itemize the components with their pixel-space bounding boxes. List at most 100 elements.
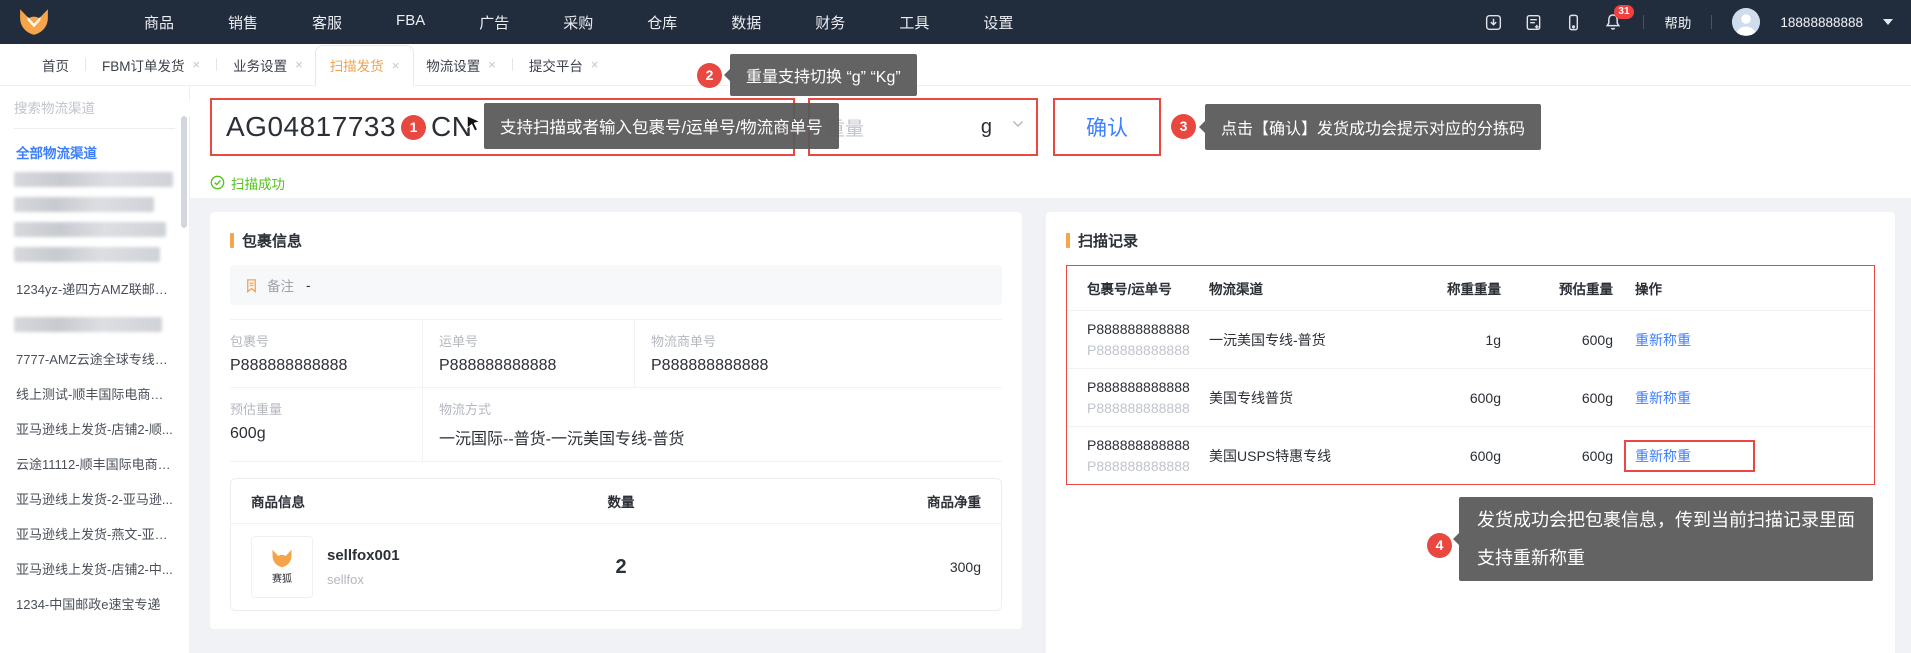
- sidebar-item-channel[interactable]: 亚马逊线上发货-店铺2-顺...: [0, 412, 189, 447]
- title-accent-bar: [1066, 233, 1070, 248]
- callout-badge-1: 1: [401, 114, 427, 140]
- reweigh-link[interactable]: 重新称重: [1635, 448, 1691, 464]
- scan-value-prefix: AG04817733: [226, 111, 397, 142]
- close-icon[interactable]: ×: [392, 59, 400, 72]
- notifications-bell-icon[interactable]: 31: [1603, 5, 1634, 32]
- account-phone[interactable]: 18888888888: [1780, 15, 1863, 30]
- records-table-header: 包裹号/运单号 物流渠道 称重重量 预估重量 操作: [1067, 266, 1874, 310]
- nav-item-ads[interactable]: 广告: [479, 12, 509, 33]
- divider: [216, 58, 218, 71]
- nav-item-warehouse[interactable]: 仓库: [647, 12, 677, 33]
- tab-submit-platform[interactable]: 提交平台 ×: [517, 44, 611, 86]
- account-caret-icon[interactable]: [1883, 19, 1893, 25]
- close-icon[interactable]: ×: [193, 58, 201, 71]
- success-check-icon: [210, 175, 225, 190]
- tab-label: 提交平台: [528, 58, 583, 74]
- close-icon[interactable]: ×: [295, 58, 303, 71]
- sidebar-item-channel[interactable]: 亚马逊线上发货-燕文-亚马...: [0, 517, 189, 552]
- sidebar-item-channel[interactable]: 7777-AMZ云途全球专线平...: [0, 342, 189, 377]
- product-row: 赛狐 sellfox001 sellfox 2 300g: [231, 524, 1001, 610]
- product-quantity: 2: [615, 555, 627, 578]
- nav-item-data[interactable]: 数据: [731, 12, 761, 33]
- record-waybill-no: P888888888888: [1087, 399, 1190, 416]
- nav-item-purchase[interactable]: 采购: [563, 12, 593, 33]
- sidebar-item-all-channels[interactable]: 全部物流渠道: [16, 142, 173, 162]
- confirm-label: 确认: [1086, 117, 1128, 140]
- help-link[interactable]: 帮助: [1664, 12, 1691, 32]
- nav-item-fba[interactable]: FBA: [396, 12, 425, 33]
- scan-records-title: 扫描记录: [1066, 230, 1875, 251]
- record-package-no: P888888888888: [1087, 378, 1190, 395]
- tab-scan-shipping[interactable]: 扫描发货 ×: [314, 44, 415, 86]
- top-navbar: 商品 销售 客服 FBA 广告 采购 仓库 数据 财务 工具 设置 31 帮助 …: [0, 0, 1911, 44]
- record-waybill-no: P888888888888: [1087, 341, 1190, 358]
- feedback-form-icon[interactable]: [1523, 12, 1543, 32]
- tab-logistics-settings[interactable]: 物流设置 ×: [414, 44, 508, 86]
- divider: [511, 58, 513, 71]
- main-menu: 商品 销售 客服 FBA 广告 采购 仓库 数据 财务 工具 设置: [144, 12, 1013, 33]
- record-row: P888888888888 P888888888888 一沅美国专线-普货 1g…: [1067, 310, 1874, 368]
- notification-count-badge: 31: [1614, 5, 1634, 19]
- nav-item-service[interactable]: 客服: [312, 12, 342, 33]
- divider: [1643, 15, 1645, 29]
- callout-tooltip-confirm: 点击【确认】发货成功会提示对应的分拣码: [1198, 104, 1542, 150]
- estimated-weight-value: 600g: [230, 425, 266, 442]
- record-estimated: 600g: [1581, 331, 1613, 348]
- sidebar-item-channel[interactable]: 线上测试-顺丰国际电商专...: [0, 377, 189, 412]
- record-channel: 一沅美国专线-普货: [1209, 331, 1326, 348]
- tab-business-settings[interactable]: 业务设置 ×: [221, 44, 315, 86]
- tab-fbm-orders[interactable]: FBM订单发货 ×: [90, 44, 212, 86]
- sidebar-item-redacted[interactable]: [14, 197, 154, 212]
- record-estimated: 600g: [1581, 389, 1613, 406]
- sidebar-item-redacted[interactable]: [14, 247, 160, 262]
- confirm-button[interactable]: 确认: [1053, 98, 1161, 156]
- sidebar-item-channel[interactable]: 亚马逊线上发货-2-亚马逊...: [0, 482, 189, 517]
- nav-item-settings[interactable]: 设置: [983, 12, 1013, 33]
- sidebar-item-redacted[interactable]: [14, 222, 166, 237]
- tab-home[interactable]: 首页: [30, 44, 81, 86]
- field-label: 运单号: [439, 334, 479, 349]
- callout-badge-3: 3: [1171, 114, 1196, 139]
- channel-search-input[interactable]: [14, 101, 191, 116]
- product-name: sellfox001: [327, 547, 400, 564]
- reweigh-link[interactable]: 重新称重: [1635, 330, 1755, 350]
- scan-shipping-page: 商品 销售 客服 FBA 广告 采购 仓库 数据 财务 工具 设置 31 帮助 …: [0, 0, 1911, 653]
- sidebar-item-channel[interactable]: 1234yz-递四方AMZ联邮通...: [0, 272, 189, 307]
- user-avatar[interactable]: [1732, 8, 1761, 36]
- scan-status: 扫描成功: [210, 173, 1911, 193]
- section-title: 包裹信息: [242, 233, 303, 250]
- scan-toolbar: AG04817733 1 CN 重量 g 确认 扫描成功: [190, 86, 1911, 198]
- nav-item-sales[interactable]: 销售: [228, 12, 258, 33]
- sidebar-item-redacted[interactable]: [14, 317, 162, 332]
- reweigh-link[interactable]: 重新称重: [1635, 388, 1755, 408]
- callout-badge-2: 2: [697, 63, 722, 88]
- sidebar-item-channel[interactable]: 1234-中国邮政e速宝专递: [0, 587, 189, 622]
- col-action: 操作: [1635, 282, 1662, 297]
- weight-input[interactable]: 重量 g: [808, 98, 1038, 156]
- tab-bar: 首页 FBM订单发货 × 业务设置 × 扫描发货 × 物流设置 × 提交平台 ×: [0, 44, 1911, 86]
- nav-item-products[interactable]: 商品: [144, 12, 174, 33]
- sidebar-item-channel[interactable]: 亚马逊线上发货-店铺2-中...: [0, 552, 189, 587]
- nav-item-finance[interactable]: 财务: [815, 12, 845, 33]
- weight-unit-select[interactable]: g: [981, 116, 992, 139]
- navbar-right: 31 帮助 18888888888: [1483, 5, 1893, 36]
- close-icon[interactable]: ×: [488, 58, 496, 71]
- close-icon[interactable]: ×: [591, 58, 599, 71]
- download-icon[interactable]: [1483, 12, 1503, 32]
- nav-item-tools[interactable]: 工具: [899, 12, 929, 33]
- col-product-info: 商品信息: [251, 495, 305, 510]
- field-label: 预估重量: [230, 402, 283, 417]
- product-image: 赛狐: [251, 536, 313, 598]
- callout-tooltip-records: 发货成功会把包裹信息，传到当前扫描记录里面 支持重新称重: [1453, 497, 1873, 581]
- package-no-value: P888888888888: [230, 357, 348, 374]
- title-accent-bar: [230, 233, 234, 248]
- mobile-app-icon[interactable]: [1563, 12, 1583, 32]
- col-weighed: 称重重量: [1447, 282, 1501, 297]
- chevron-down-icon[interactable]: [1012, 115, 1024, 133]
- sidebar-item-channel[interactable]: 云途11112-顺丰国际电商专...: [0, 447, 189, 482]
- sidebar-scrollbar[interactable]: [181, 116, 187, 228]
- callout-tooltip-line2: 支持重新称重: [1477, 548, 1585, 568]
- sellfox-logo-icon[interactable]: [18, 7, 52, 37]
- record-estimated: 600g: [1581, 447, 1613, 464]
- sidebar-item-redacted[interactable]: [14, 172, 173, 187]
